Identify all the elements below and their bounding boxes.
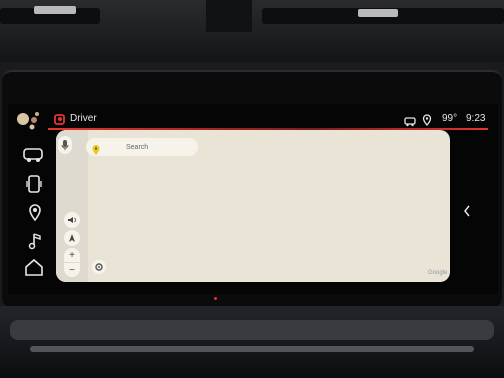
status-bar: Driver 99° 9:23: [0, 100, 504, 130]
dashboard-bottom: [0, 306, 504, 378]
screen-indicator-dot: [214, 297, 217, 300]
north-up-button[interactable]: [64, 230, 80, 246]
home-icon[interactable]: [24, 258, 44, 276]
profile-icon[interactable]: [54, 112, 66, 125]
google-attribution: Google: [428, 270, 448, 276]
search-pin-icon: [92, 142, 100, 155]
search-bar[interactable]: Search: [86, 138, 198, 156]
map-view[interactable]: Search + − Google: [56, 130, 450, 282]
profile-label[interactable]: Driver: [70, 113, 97, 124]
chrome-strip: [30, 346, 474, 352]
expand-chevron-icon[interactable]: [463, 204, 471, 217]
car-status-icon: [404, 114, 416, 127]
vent-handle-right: [358, 9, 398, 17]
microphone-button[interactable]: [58, 136, 72, 154]
dashboard-top: [0, 0, 504, 62]
location-pin-icon[interactable]: [28, 204, 42, 222]
temperature-readout: 99°: [442, 113, 458, 124]
location-status-icon: [422, 113, 432, 126]
settings-gear-button[interactable]: [92, 260, 106, 274]
lower-trim: [10, 320, 494, 340]
audio-guidance-button[interactable]: [64, 212, 80, 228]
vehicle-icon[interactable]: [22, 146, 46, 164]
center-trim: [206, 0, 252, 32]
search-placeholder: Search: [126, 143, 149, 151]
zoom-in-button[interactable]: +: [64, 248, 80, 262]
music-icon[interactable]: [28, 232, 42, 250]
app-rail: [14, 130, 58, 290]
vent-handle-left: [34, 6, 76, 14]
clock: 9:23: [466, 113, 486, 124]
assistant-icon[interactable]: [16, 110, 42, 132]
phone-icon[interactable]: [26, 174, 42, 194]
